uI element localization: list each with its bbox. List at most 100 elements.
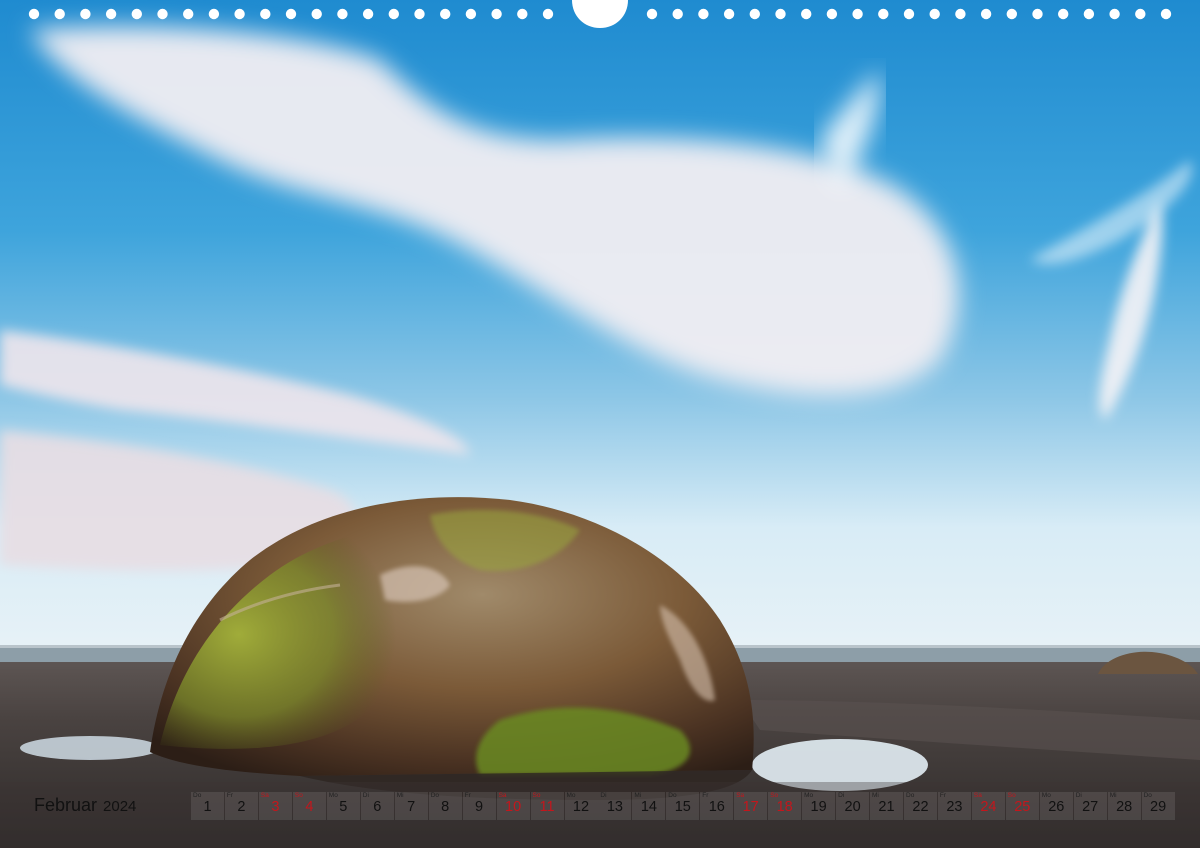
binding-hole	[414, 8, 425, 20]
day-cell: So 25	[1005, 792, 1039, 820]
day-number: 10	[505, 799, 522, 815]
day-number: 4	[305, 799, 314, 815]
binding-hole	[491, 8, 502, 20]
weekday-label: Fr	[464, 792, 471, 799]
day-cell: Mo 5	[326, 792, 360, 820]
day-cell: Do 1	[191, 792, 224, 820]
weekday-label: So	[294, 792, 303, 799]
binding-hole	[311, 8, 322, 20]
binding-hole	[646, 8, 658, 20]
binding-hole	[955, 8, 966, 20]
weekday-label: Do	[430, 792, 439, 799]
day-number: 24	[980, 799, 997, 815]
day-cell: So 11	[530, 792, 564, 820]
binding-hole	[1109, 8, 1120, 20]
weekday-label: Di	[838, 792, 845, 799]
hanger-notch	[572, 0, 628, 28]
weekday-label: Sa	[260, 792, 269, 799]
binding-hole	[260, 8, 271, 20]
weekday-label: Mi	[396, 792, 404, 799]
weekday-label: Di	[362, 792, 369, 799]
day-cell: Sa 24	[971, 792, 1005, 820]
day-number: 15	[674, 799, 691, 815]
binding-hole	[183, 8, 194, 20]
day-number: 8	[441, 799, 450, 815]
binding-hole	[157, 8, 168, 20]
day-number: 12	[572, 799, 590, 815]
weekday-label: Mo	[1041, 792, 1051, 799]
weekday-label: Sa	[736, 792, 745, 799]
binding-hole	[1135, 8, 1146, 20]
binding-hole	[54, 8, 65, 20]
day-number: 22	[912, 799, 929, 815]
day-number: 13	[606, 799, 623, 815]
day-cell: Di 13	[598, 792, 632, 820]
day-cell: Mi 7	[394, 792, 428, 820]
day-number: 29	[1150, 799, 1167, 815]
day-cell: Do 15	[666, 792, 700, 820]
day-cell: Mo 19	[802, 792, 836, 820]
binding-hole	[980, 8, 992, 20]
binding-hole	[1083, 8, 1095, 20]
day-cell: Mi 28	[1107, 792, 1141, 820]
binding-hole	[285, 8, 297, 20]
binding-hole	[852, 8, 863, 20]
binding-hole	[542, 8, 554, 20]
weekday-label: Fr	[226, 792, 234, 799]
day-cell: Fr 9	[462, 792, 496, 820]
binding-hole	[388, 8, 399, 20]
month-name: Februar	[34, 795, 98, 815]
day-cell: Mo 12	[564, 792, 598, 820]
day-cell: So 18	[768, 792, 802, 820]
binding-hole	[105, 8, 117, 20]
weekday-label: Do	[193, 792, 202, 799]
day-number: 7	[407, 799, 416, 815]
binding-hole	[1032, 8, 1043, 20]
day-cell: Do 29	[1141, 792, 1175, 820]
weekday-label: Mo	[804, 792, 814, 799]
day-cell: So 4	[292, 792, 326, 820]
weekday-label: Mi	[872, 792, 879, 799]
day-number: 27	[1082, 799, 1099, 815]
day-number: 14	[640, 799, 657, 815]
day-number: 5	[339, 799, 348, 815]
day-number: 3	[271, 799, 280, 815]
binding-hole	[723, 8, 735, 20]
day-number: 11	[539, 799, 555, 815]
day-number: 1	[203, 799, 212, 815]
binding-hole	[775, 8, 786, 20]
day-number: 21	[878, 799, 895, 815]
binding-hole	[698, 8, 709, 20]
day-cell: Sa 10	[496, 792, 530, 820]
day-cell: Fr 2	[224, 792, 258, 820]
day-number: 26	[1048, 799, 1065, 815]
binding-hole	[208, 8, 220, 20]
day-cell: Mi 14	[632, 792, 666, 820]
binding-hole	[440, 8, 451, 20]
weekday-label: Sa	[498, 792, 507, 799]
weekday-label: Di	[1075, 792, 1082, 799]
binding-hole	[1160, 8, 1172, 20]
binding-hole	[826, 8, 838, 20]
binding-hole	[517, 8, 528, 20]
binding-hole	[878, 8, 889, 20]
weekday-label: Mo	[566, 792, 576, 799]
day-cell: Di 27	[1073, 792, 1107, 820]
weekday-label: Sa	[973, 792, 982, 799]
binding-hole	[1058, 8, 1069, 20]
landscape-photo	[0, 0, 1200, 848]
month-title: Februar 2024	[34, 795, 136, 816]
weekday-label: Mi	[1109, 792, 1117, 799]
weekday-label: Fr	[702, 792, 709, 799]
day-number: 28	[1116, 799, 1133, 815]
binding-hole	[465, 8, 477, 20]
weekday-label: Fr	[939, 792, 947, 799]
day-number: 25	[1014, 799, 1031, 815]
day-number: 23	[946, 799, 963, 815]
weekday-label: So	[1007, 792, 1016, 799]
binding-hole	[80, 8, 91, 20]
day-cell: Fr 16	[700, 792, 734, 820]
weekday-label: Mo	[328, 792, 338, 799]
day-cell: Do 8	[428, 792, 462, 820]
day-cell: Di 6	[360, 792, 394, 820]
